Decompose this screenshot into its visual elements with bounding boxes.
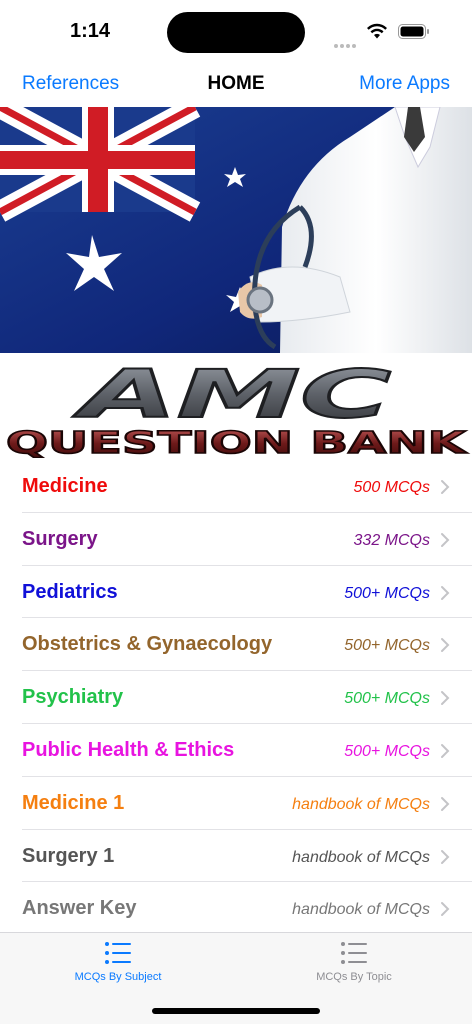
mcq-count-label: 332 MCQs — [353, 531, 430, 549]
subject-label: Medicine 1 — [22, 791, 125, 814]
subject-label: Surgery 1 — [22, 844, 115, 867]
mcq-count-label: 500 MCQs — [353, 479, 430, 496]
mcq-count-label: 500+ MCQs — [344, 637, 430, 655]
chevron-right-icon — [441, 691, 450, 706]
mcq-count-label: handbook of MCQs — [292, 901, 430, 919]
list-item[interactable]: Medicine 500 MCQs — [22, 460, 472, 513]
logo-amc-text: AMC — [72, 356, 391, 433]
list-item[interactable]: Obstetrics & Gynaecology 500+ MCQs — [22, 618, 472, 672]
list-item[interactable]: Public Health & Ethics 500+ MCQs — [22, 724, 472, 777]
list-item[interactable]: Surgery 1 handbook of MCQs — [22, 830, 472, 883]
mcq-count-label: handbook of MCQs — [292, 795, 430, 813]
status-bar: 1:14 — [0, 0, 472, 62]
more-apps-button[interactable]: More Apps — [359, 73, 450, 95]
list-item[interactable]: Psychiatry 500+ MCQs — [22, 671, 472, 724]
subject-label: Surgery — [22, 527, 98, 550]
subject-label: Medicine — [22, 475, 108, 497]
mcq-count-label: 500+ MCQs — [344, 690, 430, 708]
chevron-right-icon — [441, 743, 450, 758]
tab-label: MCQs By Subject — [74, 971, 162, 983]
list-item[interactable]: Answer Key handbook of MCQs — [22, 882, 472, 935]
logo-question-bank-text: QUESTION BANK — [6, 426, 469, 458]
cellular-signal-icon — [334, 35, 358, 53]
list-item[interactable]: Surgery 332 MCQs — [22, 513, 472, 566]
chevron-right-icon — [441, 849, 450, 864]
chevron-right-icon — [441, 480, 450, 494]
subject-label: Public Health & Ethics — [22, 738, 235, 761]
subject-label: Obstetrics & Gynaecology — [22, 633, 273, 656]
dynamic-island — [167, 12, 305, 53]
navigation-bar: HOME References More Apps — [0, 62, 472, 106]
mcq-count-label: handbook of MCQs — [292, 848, 430, 866]
tab-mcqs-by-topic[interactable]: MCQs By Topic — [236, 941, 472, 993]
chevron-right-icon — [441, 902, 450, 917]
app-logo: AMC QUESTION BANK — [5, 355, 469, 458]
chevron-right-icon — [441, 532, 450, 547]
list-item[interactable]: Pediatrics 500+ MCQs — [22, 566, 472, 619]
subject-list: Medicine 500 MCQs Surgery 332 MCQs Pediatric… — [0, 460, 472, 935]
tab-mcqs-by-subject[interactable]: MCQs By Subject — [0, 941, 236, 993]
battery-icon — [398, 24, 429, 39]
subject-label: Psychiatry — [22, 686, 124, 709]
subject-label: Pediatrics — [22, 580, 118, 603]
mcq-count-label: 500+ MCQs — [344, 742, 430, 760]
chevron-right-icon — [441, 585, 450, 600]
union-jack — [0, 107, 201, 222]
chevron-right-icon — [441, 638, 450, 653]
banner-image — [0, 107, 472, 353]
list-bullet-icon — [341, 942, 367, 964]
wifi-icon — [367, 23, 387, 39]
status-time: 1:14 — [70, 20, 111, 42]
list-bullet-icon — [105, 942, 131, 964]
references-button[interactable]: References — [22, 73, 119, 95]
tab-label: MCQs By Topic — [316, 971, 392, 983]
mcq-count-label: 500+ MCQs — [344, 584, 430, 602]
list-item[interactable]: Medicine 1 handbook of MCQs — [22, 777, 472, 830]
subject-label: Answer Key — [22, 897, 137, 920]
home-indicator — [152, 1008, 320, 1014]
chevron-right-icon — [441, 796, 450, 811]
